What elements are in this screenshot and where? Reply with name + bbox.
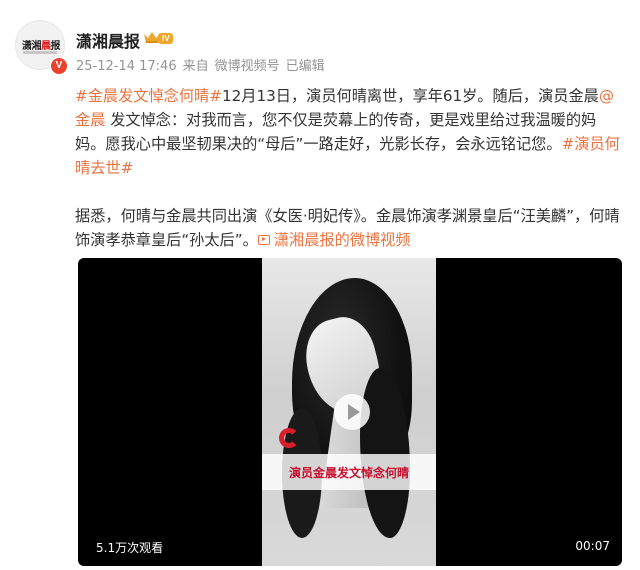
hashtag-link[interactable]: #金晨发文悼念何晴# (75, 87, 222, 105)
text-line: 饰演孝恭章皇后“孙太后”。 (75, 231, 258, 249)
source-prefix: 来自 (182, 59, 209, 74)
post-meta: 25-12-14 17:46 来自 微博视频号 已编辑 (76, 55, 331, 74)
post-timestamp[interactable]: 25-12-14 17:46 (76, 59, 177, 74)
text-line: 妈。愿我心中最坚韧果决的“母后”一路走好，光影长存，会永远铭记您。 (75, 135, 562, 153)
text-line: 发文悼念：对我而言，您不仅是荧幕上的传奇，更是戏里给过我温暖的妈 (105, 111, 597, 129)
text-line: 12月13日，演员何晴离世，享年61岁。随后，演员金晨 (221, 87, 599, 105)
post-text-paragraph2: 据悉，何晴与金晨共同出演《女医·明妃传》。金晨饰演孝渊景皇后“汪美麟”，何晴 饰… (75, 204, 630, 252)
edited-label[interactable]: 已编辑 (286, 59, 325, 74)
verified-badge-icon: V (50, 57, 68, 75)
view-count: 5.1万次观看 (96, 541, 164, 555)
play-icon[interactable] (334, 394, 370, 430)
video-player[interactable]: 演员金晨发文悼念何晴 5.1万次观看 00:07 (78, 258, 622, 566)
mention-at[interactable]: @ (599, 87, 614, 105)
post-text: #金晨发文悼念何晴#12月13日，演员何晴离世，享年61岁。随后，演员金晨@ 金… (75, 84, 630, 180)
avatar-logo-subtext (23, 51, 57, 54)
hashtag-link[interactable]: 晴去世# (75, 159, 133, 177)
hashtag-link[interactable]: #演员何 (562, 135, 620, 153)
video-caption: 演员金晨发文悼念何晴 (288, 466, 409, 480)
mention-link[interactable]: 金晨 (75, 111, 105, 129)
level-badge[interactable]: IV (158, 33, 173, 44)
avatar-logo: 潇湘晨报 (22, 41, 60, 52)
channel-logo-icon (279, 428, 299, 448)
text-line: 据悉，何晴与金晨共同出演《女医·明妃传》。金晨饰演孝渊景皇后“汪美麟”，何晴 (75, 207, 620, 225)
video-link[interactable]: 潇湘晨报的微博视频 (257, 231, 411, 249)
author-name[interactable]: 潇湘晨报 (76, 28, 140, 52)
video-link-icon (257, 235, 270, 245)
source-link[interactable]: 微博视频号 (215, 59, 280, 74)
video-duration: 00:07 (575, 539, 610, 553)
